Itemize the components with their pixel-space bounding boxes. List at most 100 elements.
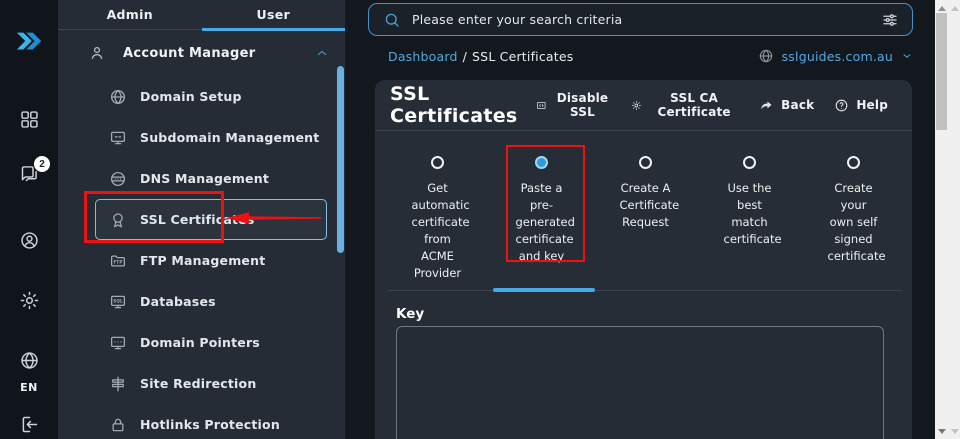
outer-scroll-down-arrow[interactable] [951, 429, 959, 434]
option-label: Create your own self signed certificate [827, 181, 886, 263]
sidebar-item-site-redirection[interactable]: Site Redirection [95, 363, 327, 404]
person-circle-icon [19, 230, 40, 251]
menu-item-label: SSL Certificates [140, 212, 255, 227]
sidebar-item-ssl-certificates[interactable]: SSL Certificates [95, 199, 327, 240]
window-code-icon [536, 98, 547, 113]
signpost-icon [109, 375, 127, 393]
option-label: Paste a pre-generated certificate and ke… [515, 181, 575, 263]
page-title: SSL Certificates [390, 83, 518, 127]
directadmin-app: 2 EN Admin User Account Manager Domain S… [0, 0, 960, 439]
sidebar-item-domain-pointers[interactable]: Domain Pointers [95, 322, 327, 363]
certificate-options: Get automatic certificate from ACME Prov… [388, 156, 903, 282]
padlock-icon [109, 416, 127, 434]
tab-admin[interactable]: Admin [58, 0, 202, 29]
icon-rail: 2 EN [0, 0, 58, 439]
selected-option-indicator [493, 288, 595, 292]
account-icon[interactable] [0, 230, 58, 251]
breadcrumb-dashboard-link[interactable]: Dashboard [388, 49, 458, 64]
breadcrumb-separator: / [462, 48, 468, 64]
breadcrumb: Dashboard / SSL Certificates sslguides.c… [388, 47, 913, 65]
apps-grid-icon[interactable] [0, 109, 58, 130]
header-actions: Disable SSL SSL CA Certificate Back Help [536, 91, 888, 119]
sidebar-item-databases[interactable]: SQL Databases [95, 281, 327, 322]
inner-scrollbar-thumb[interactable] [936, 13, 947, 130]
radio-paste[interactable] [535, 156, 548, 169]
key-textarea[interactable] [396, 326, 884, 439]
page-scrollbars [935, 0, 960, 439]
svg-text:FTP: FTP [113, 259, 122, 264]
action-label: Back [781, 98, 815, 112]
radio-request[interactable] [639, 156, 652, 169]
scroll-up-arrow[interactable] [938, 6, 946, 11]
option-paste-certificate[interactable]: Paste a pre-generated certificate and ke… [492, 156, 591, 282]
option-self-signed[interactable]: Create your own self signed certificate [804, 156, 903, 282]
directadmin-logo-icon [16, 32, 42, 50]
grid-icon [19, 109, 40, 130]
menu-item-label: Domain Pointers [140, 335, 260, 350]
sidebar-item-dns-management[interactable]: DNS Management [95, 158, 327, 199]
outer-scroll-up-arrow[interactable] [951, 6, 959, 11]
radio-self-signed[interactable] [847, 156, 860, 169]
notification-badge: 2 [34, 156, 50, 172]
database-icon: SQL [109, 293, 127, 311]
search-bar [368, 3, 913, 36]
disable-ssl-button[interactable]: Disable SSL [536, 91, 611, 119]
sidebar-item-subdomain-management[interactable]: Subdomain Management [95, 117, 327, 158]
action-label: Help [856, 98, 888, 112]
gear-icon [631, 98, 642, 113]
radio-best-match[interactable] [743, 156, 756, 169]
sidebar: Admin User Account Manager Domain Setup … [58, 0, 345, 439]
scroll-down-arrow[interactable] [938, 429, 946, 434]
ftp-folder-icon: FTP [109, 252, 127, 270]
tab-user[interactable]: User [202, 0, 346, 29]
sidebar-item-hotlinks-protection[interactable]: Hotlinks Protection [95, 404, 327, 439]
sign-out-icon[interactable] [0, 414, 58, 435]
svg-text:SQL: SQL [113, 298, 123, 303]
monitor-dots-icon [109, 334, 127, 352]
options-divider [388, 288, 902, 292]
domain-selector[interactable]: sslguides.com.au [758, 48, 913, 64]
domain-name: sslguides.com.au [781, 48, 893, 64]
menu-item-label: Site Redirection [140, 376, 257, 391]
messages-icon[interactable]: 2 [0, 156, 58, 184]
sidebar-menu: Domain Setup Subdomain Management DNS Ma… [58, 76, 345, 439]
logout-icon [19, 414, 40, 435]
back-arrow-icon [759, 98, 774, 113]
chevron-down-icon [901, 50, 913, 62]
filter-sliders-icon[interactable] [881, 11, 899, 29]
active-tab-indicator [201, 28, 345, 31]
menu-item-label: Hotlinks Protection [140, 417, 280, 432]
option-acme-certificate[interactable]: Get automatic certificate from ACME Prov… [388, 156, 487, 282]
globe-icon [19, 350, 40, 371]
dns-icon [109, 170, 127, 188]
option-certificate-request[interactable]: Create A Certificate Request [596, 156, 695, 282]
sidebar-item-ftp-management[interactable]: FTP FTP Management [95, 240, 327, 281]
sidebar-item-domain-setup[interactable]: Domain Setup [95, 76, 327, 117]
key-field-label: Key [396, 306, 425, 322]
search-icon [383, 11, 401, 29]
globe-icon [109, 88, 127, 106]
settings-gear-icon[interactable] [0, 290, 58, 311]
menu-item-label: FTP Management [140, 253, 266, 268]
ssl-ca-certificate-button[interactable]: SSL CA Certificate [631, 91, 739, 119]
search-input[interactable] [412, 12, 870, 27]
back-button[interactable]: Back [759, 91, 814, 119]
help-button[interactable]: Help [834, 91, 888, 119]
gear-icon [19, 290, 40, 311]
chevron-up-icon [315, 46, 329, 60]
action-label: SSL CA Certificate [657, 91, 731, 119]
radio-acme[interactable] [431, 156, 444, 169]
menu-item-label: Domain Setup [140, 89, 242, 104]
certificate-icon [109, 211, 127, 229]
sidebar-tabs: Admin User [58, 0, 346, 31]
language-globe-icon[interactable] [0, 350, 58, 371]
language-label: EN [20, 381, 38, 394]
option-label: Use the best match certificate [723, 181, 782, 246]
option-best-match[interactable]: Use the best match certificate [700, 156, 799, 282]
sidebar-scrollbar-thumb[interactable] [337, 66, 344, 253]
directadmin-logo[interactable] [0, 26, 58, 56]
help-circle-icon [834, 98, 849, 113]
person-icon [88, 44, 106, 62]
card-header: SSL Certificates Disable SSL SSL CA Cert… [375, 80, 912, 131]
sidebar-section-account-manager[interactable]: Account Manager [58, 30, 345, 76]
